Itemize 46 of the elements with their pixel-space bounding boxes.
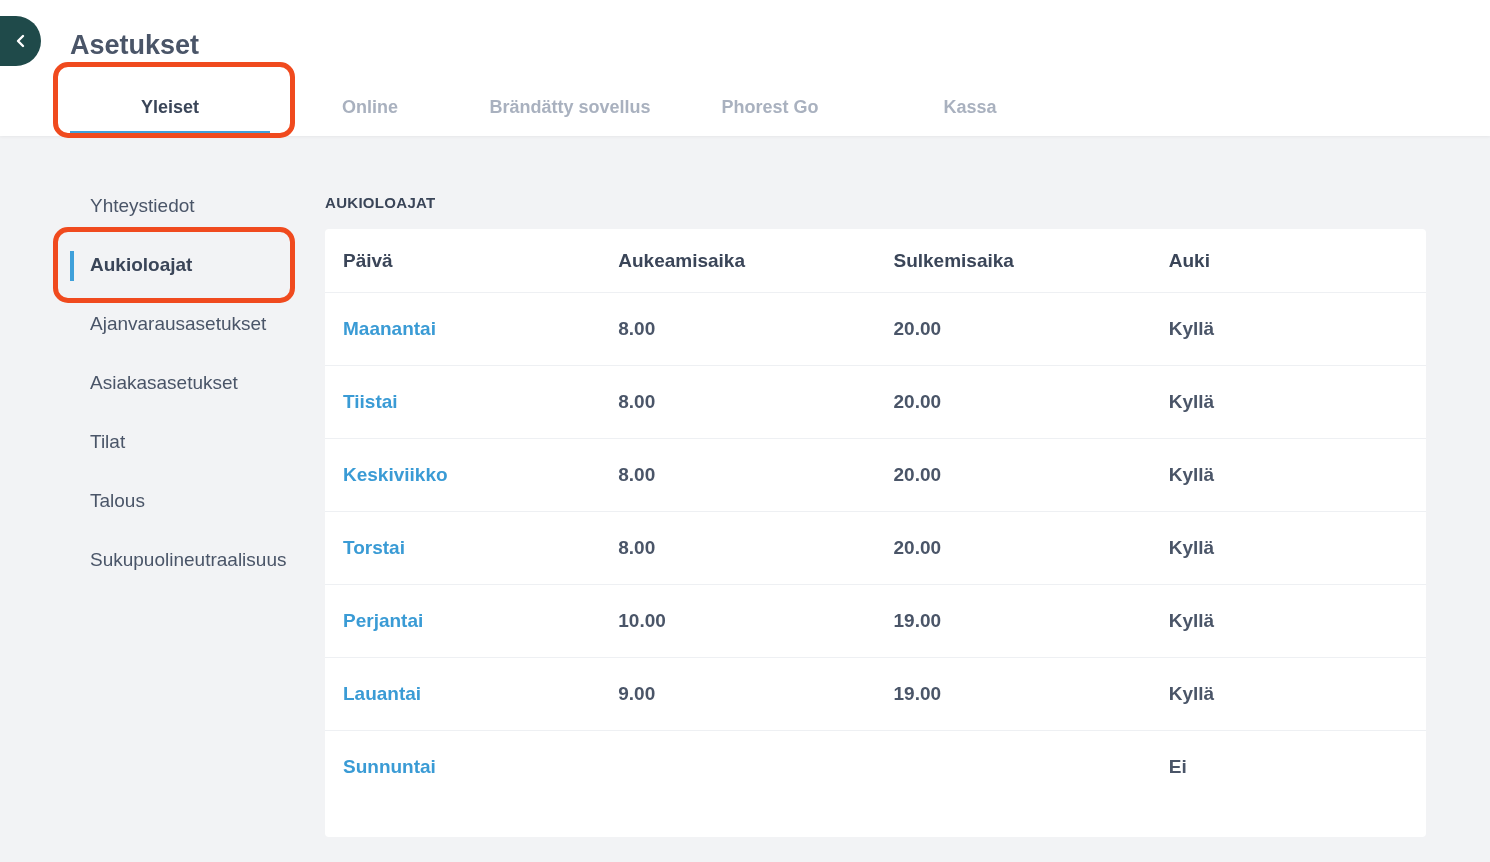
- sidebar-item[interactable]: Asiakasasetukset: [70, 353, 325, 412]
- table-cell-text: 10.00: [617, 610, 667, 632]
- page-title: Asetukset: [70, 30, 200, 61]
- sidebar-item[interactable]: Tilat: [70, 412, 325, 471]
- table-cell-text: 20.00: [892, 318, 943, 340]
- back-button[interactable]: [0, 16, 41, 66]
- day-link[interactable]: Sunnuntai: [343, 756, 436, 778]
- table-cell-text: 9.00: [617, 683, 657, 705]
- day-link[interactable]: Torstai: [343, 537, 405, 559]
- chevron-left-icon: [15, 34, 26, 48]
- table-cell-text: Kyllä: [1167, 537, 1216, 559]
- table-cell-text: Kyllä: [1167, 464, 1216, 486]
- table-cell-text: 19.00: [892, 683, 943, 705]
- column-header: Päivä: [342, 249, 394, 272]
- day-link[interactable]: Lauantai: [343, 683, 422, 705]
- column-header: Auki: [1167, 249, 1211, 272]
- tab[interactable]: Kassa: [870, 92, 1070, 136]
- tab[interactable]: Phorest Go: [670, 92, 870, 136]
- column-header: Sulkemisaika: [892, 249, 1015, 272]
- day-link[interactable]: Keskiviikko: [343, 464, 448, 486]
- table-cell-text: 8.00: [617, 318, 657, 340]
- table-cell-text: 8.00: [617, 391, 657, 413]
- sidebar-item[interactable]: Aukioloajat: [70, 235, 325, 294]
- table-cell-text: 8.00: [617, 464, 657, 486]
- column-header: Aukeamisaika: [617, 249, 746, 272]
- sidebar-item[interactable]: Talous: [70, 471, 325, 530]
- table-cell-text: Kyllä: [1167, 610, 1216, 632]
- day-link[interactable]: Maanantai: [343, 318, 436, 340]
- table-cell-text: 20.00: [892, 464, 943, 486]
- tab[interactable]: Yleiset: [70, 92, 270, 136]
- sidebar-item[interactable]: Ajanvarausasetukset: [70, 294, 325, 353]
- table-cell-text: Ei: [1167, 756, 1188, 778]
- day-link[interactable]: Tiistai: [343, 391, 398, 413]
- tab[interactable]: Brändätty sovellus: [470, 92, 670, 136]
- section-title: AUKIOLOAJAT: [325, 194, 437, 211]
- sidebar-item[interactable]: Yhteystiedot: [70, 176, 325, 235]
- table-cell-text: Kyllä: [1167, 391, 1216, 413]
- table-cell-text: 8.00: [617, 537, 657, 559]
- table-cell-text: 20.00: [892, 537, 943, 559]
- table-cell-text: Kyllä: [1167, 318, 1216, 340]
- day-link[interactable]: Perjantai: [343, 610, 424, 632]
- table-cell-text: 20.00: [892, 391, 943, 413]
- tab[interactable]: Online: [270, 92, 470, 136]
- table-cell-text: 19.00: [892, 610, 943, 632]
- table-cell-text: Kyllä: [1167, 683, 1216, 705]
- sidebar-item[interactable]: Sukupuolineutraalisuus: [70, 530, 325, 589]
